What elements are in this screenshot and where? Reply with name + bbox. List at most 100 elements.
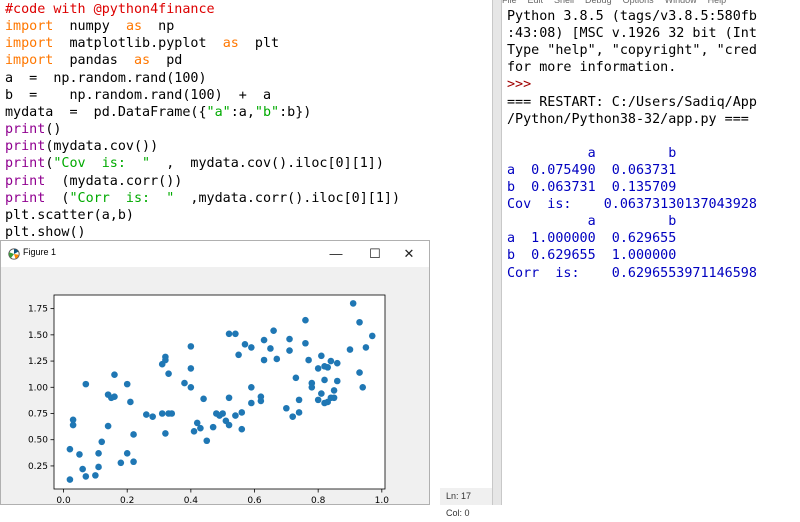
code-token: :b}) [279,104,312,120]
scatter-point [111,393,118,401]
code-token: a = np.random.rand(100) [5,70,207,86]
scatter-point [324,364,332,371]
scatter-plot: 0.0 0.2 0.4 0.6 0.8 1.0 0.25 0.50 0.75 1.00 1.25 1.… [28,294,390,503]
python-shell[interactable]: File Edit Shell Debug Options Window Help Pyth… [502,0,800,505]
code-line: plt.show() [5,224,86,241]
scatter-point [79,465,86,473]
scatter-point [314,396,322,404]
shell-line: a b [507,214,677,230]
scatter-point [327,357,335,365]
code-token: mydata = pd.DataFrame({ [5,104,207,120]
code-token: plt.show() [5,224,86,240]
scatter-point [349,300,357,307]
scatter-point [142,411,150,418]
shell-line: /Python/Python38-32/app.py === [507,111,749,127]
code-token: plt [238,36,280,52]
figure-title: Figure 1 [23,247,57,257]
menu-item-shell[interactable]: Shell [554,0,574,5]
scatter-point [181,379,188,387]
shell-line: Python 3.8.5 (tags/v3.8.5:580fb [507,9,757,24]
scatter-point [190,428,198,435]
x-tick-label: 0.6 [247,496,262,503]
scatter-point [248,383,255,391]
scatter-point [117,459,125,467]
scatter-point [260,336,268,344]
shell-line: Cov is: 0.06373130137043928 [507,197,757,213]
scatter-point [305,356,312,364]
scatter-point [330,387,338,394]
menu-item-debug[interactable]: Debug [585,0,612,5]
menu-item-file[interactable]: File [502,0,517,5]
scatter-point [225,394,233,402]
x-tick-label: 0.8 [311,496,326,503]
scatter-point [82,473,90,480]
scatter-point [162,430,169,437]
figure-window[interactable]: Figure 1 — ☐ ✕ 0.0 0.2 0.4 0.6 0.8 1.0 0.25 0.5… [0,240,430,505]
shell-line: >>> [507,77,532,93]
code-line: plt.scatter(a,b) [5,207,134,224]
y-tick-label: 0.50 [28,436,48,446]
shell-line: b 0.063731 0.135709 [507,180,677,195]
code-line: #code with @python4finance [5,1,215,18]
code-token: pd [150,53,183,69]
code-token: print [5,173,46,189]
scatter-point [292,374,300,382]
scatter-point [330,394,338,402]
scatter-point [308,383,316,391]
code-line: b = np.random.rand(100) + a [5,87,271,104]
scatter-point [267,345,274,352]
scatter-point [197,424,204,432]
y-tick-label: 0.25 [28,462,48,472]
y-tick-label: 1.25 [28,357,48,367]
menu-item-edit[interactable]: Edit [528,0,544,5]
scatter-point [302,316,309,324]
code-token: print [5,156,46,172]
menu-item-window[interactable]: Window [665,0,697,5]
x-tick-label: 1.0 [375,496,390,503]
scatter-point [111,371,118,378]
shell-line: Type "help", "copyright", "cred [507,43,757,59]
code-token: print [5,122,46,138]
scatter-point [318,352,325,360]
code-token: pandas [53,53,134,69]
scatter-point [248,399,255,407]
scatter-point [92,472,99,479]
scatter-point [362,344,370,351]
scatter-point [66,445,74,453]
code-token: import [5,19,54,35]
code-token: as [134,53,151,69]
code-token: b = np.random.rand(100) + a [5,87,272,103]
matplotlib-icon [8,248,20,260]
minimize-button[interactable]: — [325,244,347,264]
figure-title-bar[interactable]: Figure 1 — ☐ ✕ [1,241,429,267]
code-line: import matplotlib.pyplot as plt [5,35,279,52]
scatter-point [356,369,363,376]
scatter-point [76,451,83,458]
close-button[interactable]: ✕ [398,244,420,264]
code-token: #code with @python4finance [5,2,215,17]
scatter-point [127,398,134,406]
scatter-point [238,425,246,433]
scatter-point [295,396,303,404]
code-token: "Cov is: " [53,156,151,172]
y-tick-label: 1.50 [28,331,48,341]
x-tick-label: 0.0 [56,496,71,503]
menu-item-options[interactable]: Options [623,0,654,5]
scatter-point [368,332,376,340]
scatter-point [130,431,137,438]
maximize-button[interactable]: ☐ [364,244,386,264]
menu-item-help[interactable]: Help [708,0,727,5]
code-token: print [5,139,46,155]
code-token: ,mydata.corr().iloc[0][1]) [174,190,401,206]
code-token: ( [45,190,70,206]
scatter-point [203,437,211,445]
status-column: Col: 0 [446,508,470,518]
scatter-point [187,343,195,350]
scatter-point [286,335,293,343]
code-token: numpy [53,19,126,35]
scatter-point [123,380,131,388]
shell-line: Corr is: 0.6296553971146598 [507,265,757,281]
scatter-point [104,422,112,430]
scatter-point [225,421,233,429]
shell-line: a 0.075490 0.063731 [507,162,677,178]
